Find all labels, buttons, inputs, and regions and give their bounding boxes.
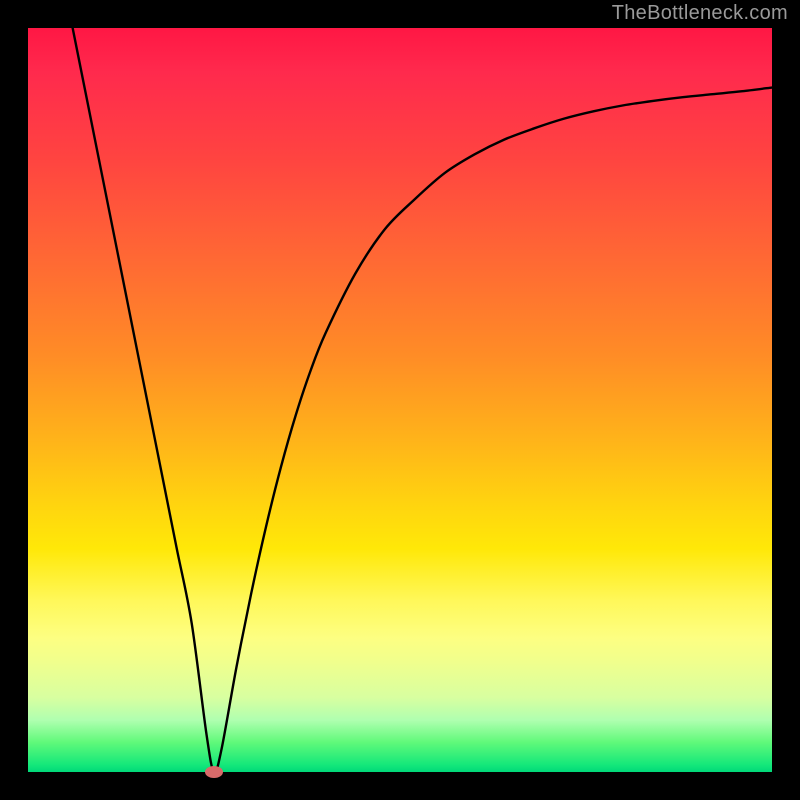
watermark-text: TheBottleneck.com bbox=[612, 2, 788, 25]
chart-frame: TheBottleneck.com bbox=[0, 0, 800, 800]
plot-area bbox=[28, 28, 772, 772]
optimal-point-marker bbox=[205, 766, 223, 778]
bottleneck-curve bbox=[73, 28, 772, 772]
curve-svg bbox=[28, 28, 772, 772]
